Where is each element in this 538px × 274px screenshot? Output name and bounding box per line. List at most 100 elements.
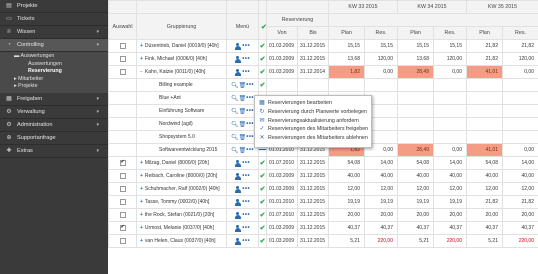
check-icon[interactable]: ✔	[260, 56, 266, 63]
more-icon[interactable]: •••	[242, 160, 250, 166]
more-icon[interactable]: •••	[242, 43, 250, 49]
table-row[interactable]: +Urmost, Melanie (0037/0) [40h] ••• ✔01.0…	[108, 221, 538, 235]
person-icon[interactable]	[234, 211, 241, 219]
table-row[interactable]: +Milzag, Daniel (8000/0) [20h] ••• ✔01.07…	[108, 156, 538, 170]
search-icon[interactable]: 🔍︎	[231, 135, 239, 141]
select-cell[interactable]	[108, 65, 137, 79]
person-icon[interactable]	[234, 237, 241, 245]
table-row[interactable]: + Reibach, Caroline (8000/0) [20h] ••• ✔ 01…	[108, 169, 538, 183]
submenu-item-mitarbeiter[interactable]: ▸ Mitarbeiter	[0, 76, 108, 84]
more-icon[interactable]: •••	[246, 108, 254, 114]
group-cell[interactable]: Softwareentwicklung 2015	[136, 143, 227, 157]
group-cell[interactable]: Shopsystem 5.0	[136, 130, 227, 144]
select-cell[interactable]	[108, 182, 137, 196]
more-icon[interactable]: •••	[246, 134, 254, 140]
select-cell[interactable]	[108, 234, 137, 248]
group-cell[interactable]: + Urmost, Melanie (0037/0) [40h]	[136, 221, 227, 235]
select-cell[interactable]	[108, 156, 137, 170]
sidebar-item[interactable]: ⊕ Supportanfrage	[0, 132, 108, 145]
select-checkbox[interactable]	[119, 224, 126, 231]
select-checkbox[interactable]	[119, 211, 126, 218]
person-icon[interactable]	[234, 224, 241, 232]
table-row[interactable]: + Tasse, Tommy (0002/0) [40h] ••• ✔ 01.01.2…	[108, 195, 538, 209]
group-cell[interactable]: + Schuhmacher, Ralf (0002/0) [40h]	[136, 182, 227, 196]
search-icon[interactable]: 🔍︎	[231, 83, 239, 89]
check-icon[interactable]: ✔	[260, 238, 266, 245]
more-icon[interactable]: •••	[242, 56, 250, 62]
group-cell[interactable]: + Reibach, Caroline (8000/0) [20h]	[136, 169, 227, 183]
context-menu-item[interactable]: ✉ Reservierungsaktualisierung anfordern	[255, 117, 371, 126]
check-icon[interactable]: ✔	[260, 69, 266, 76]
select-cell[interactable]	[108, 78, 137, 92]
header-von[interactable]: Von	[266, 26, 298, 40]
group-cell[interactable]: + van Helen, Claus (0037/0) [40h]	[136, 234, 227, 248]
check-icon[interactable]: ✔	[260, 160, 266, 167]
more-icon[interactable]: •••	[242, 186, 250, 192]
group-cell[interactable]: + Düsentrieb, Daniel (0019/0) [40h]	[136, 39, 227, 53]
table-row[interactable]: + van Helen, Claus (0037/0) [40h] ••• ✔ 01.…	[108, 234, 538, 248]
select-checkbox[interactable]	[119, 68, 126, 75]
select-checkbox[interactable]	[119, 172, 126, 179]
sidebar-item[interactable]: ⚙ Verwaltung ▾	[0, 106, 108, 119]
select-cell[interactable]	[108, 130, 137, 144]
trash-icon[interactable]: 🗑︎	[239, 122, 247, 128]
table-row[interactable]: + Düsentrieb, Daniel (0019/0) [40h] ••• ✔ 0…	[108, 39, 538, 53]
trash-icon[interactable]: 🗑︎	[239, 83, 247, 89]
person-icon[interactable]	[234, 68, 241, 76]
select-cell[interactable]	[108, 117, 137, 131]
select-cell[interactable]	[108, 52, 137, 66]
table-row[interactable]: − Kahn, Katzie (0011/0) [40h] ••• ✔ 01.03.2…	[108, 65, 538, 79]
select-cell[interactable]	[108, 104, 137, 118]
person-icon[interactable]	[234, 185, 241, 193]
group-cell[interactable]: − Kahn, Katzie (0011/0) [40h]	[136, 65, 227, 79]
expand-icon[interactable]: +	[140, 56, 143, 62]
check-icon[interactable]: ✔	[260, 43, 266, 50]
submenu-item-auswertungen[interactable]: Auswertungen	[0, 61, 108, 69]
group-cell[interactable]: Einführung Software	[136, 104, 227, 118]
more-icon[interactable]: •••	[242, 225, 250, 231]
select-cell[interactable]	[108, 143, 137, 157]
search-icon[interactable]: 🔍︎	[231, 122, 239, 128]
sidebar-item[interactable]: ▦ Freigaben ▾	[0, 93, 108, 106]
submenu-header[interactable]: ▬ Auswertungen	[0, 53, 108, 61]
check-icon[interactable]: ✔	[260, 212, 266, 219]
submenu-item-projekte[interactable]: ▸ Projekte	[0, 83, 108, 91]
expand-icon[interactable]: +	[140, 160, 143, 166]
select-checkbox[interactable]	[119, 55, 126, 62]
table-row[interactable]: + Schuhmacher, Ralf (0002/0) [40h] ••• ✔ 01…	[108, 182, 538, 196]
select-cell[interactable]	[108, 169, 137, 183]
more-icon[interactable]: •••	[246, 82, 254, 88]
person-icon[interactable]	[234, 198, 241, 206]
context-menu-item[interactable]: ↻ Reservierung durch Planwerte vorbelegen	[255, 108, 371, 117]
check-icon[interactable]: ✔	[260, 199, 266, 206]
select-cell[interactable]	[108, 39, 137, 53]
person-icon[interactable]	[234, 55, 241, 63]
sidebar-item[interactable]: ▤ Projekte	[0, 0, 108, 13]
search-icon[interactable]: 🔍︎	[231, 109, 239, 115]
check-icon[interactable]: ✔	[260, 186, 266, 193]
group-cell[interactable]: Blue +Ant	[136, 91, 227, 105]
select-checkbox[interactable]	[119, 185, 126, 192]
group-cell[interactable]: + Fink, Michael (0006/0) [40h]	[136, 52, 227, 66]
trash-icon[interactable]: 🗑︎	[239, 135, 247, 141]
group-cell[interactable]: Nordwind (agil)	[136, 117, 227, 131]
table-row[interactable]: + Fink, Michael (0006/0) [40h] ••• ✔ 01.03.…	[108, 52, 538, 66]
select-checkbox[interactable]	[119, 159, 126, 166]
sidebar-item[interactable]: ⚙ Administration ▾	[0, 119, 108, 132]
sidebar-item[interactable]: ✚ Extras ▾	[0, 145, 108, 158]
context-menu-item[interactable]: ✕ Reservierungen des Mitarbeiters ablehne…	[255, 134, 371, 143]
select-checkbox[interactable]	[119, 42, 126, 49]
select-checkbox[interactable]	[119, 237, 126, 244]
more-icon[interactable]: •••	[246, 147, 254, 153]
more-icon[interactable]: •••	[242, 199, 250, 205]
sidebar-item[interactable]: ♕ Wissen ▾	[0, 26, 108, 39]
context-menu-item[interactable]: ▦ Reservierungen bearbeiten	[255, 99, 371, 108]
expand-icon[interactable]: +	[140, 212, 143, 218]
header-auswahl[interactable]: Auswahl	[108, 13, 137, 40]
group-cell[interactable]: + the Rock, Stefan (0021/0) [20h]	[136, 208, 227, 222]
submenu-item-reservierung[interactable]: Reservierung	[0, 68, 108, 76]
trash-icon[interactable]: 🗑︎	[239, 148, 247, 154]
more-icon[interactable]: •••	[246, 95, 254, 101]
group-cell[interactable]: Billing example	[136, 78, 227, 92]
select-cell[interactable]	[108, 208, 137, 222]
